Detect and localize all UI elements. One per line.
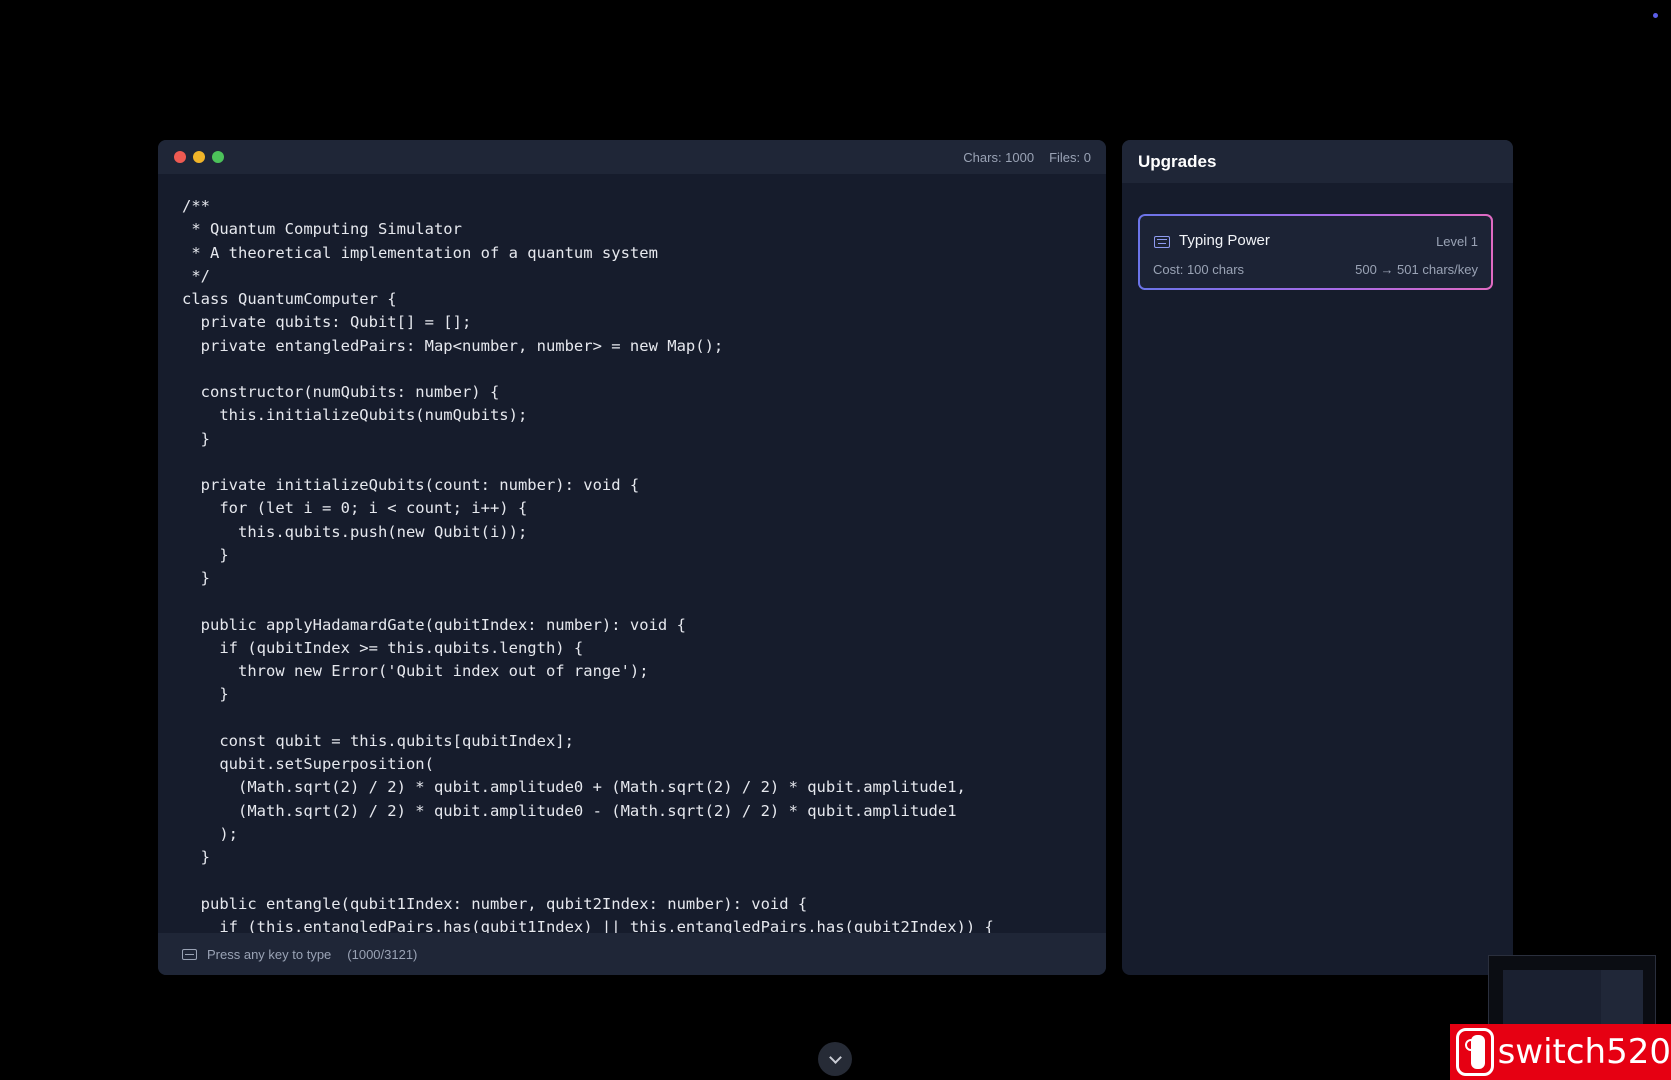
upgrades-header: Upgrades bbox=[1122, 140, 1513, 183]
maximize-window-dot[interactable] bbox=[212, 151, 224, 163]
upgrade-effect: 500 → 501 chars/key bbox=[1355, 262, 1478, 277]
status-dot bbox=[1653, 13, 1658, 18]
keyboard-icon bbox=[182, 948, 197, 960]
code-content: /** * Quantum Computing Simulator * A th… bbox=[182, 197, 994, 933]
code-editor-window[interactable]: Chars: 1000 Files: 0 /** * Quantum Compu… bbox=[158, 140, 1106, 975]
files-count: Files: 0 bbox=[1049, 150, 1091, 165]
editor-stats: Chars: 1000 Files: 0 bbox=[963, 150, 1091, 165]
switch-logo-icon bbox=[1456, 1028, 1494, 1076]
minimap-upgrades bbox=[1601, 970, 1643, 1030]
upgrade-card-typing-power[interactable]: Typing Power Level 1 Cost: 100 chars 500… bbox=[1138, 214, 1493, 290]
watermark: switch520 bbox=[1450, 1024, 1671, 1080]
chars-count: Chars: 1000 bbox=[963, 150, 1035, 165]
upgrade-name: Typing Power bbox=[1179, 232, 1270, 249]
editor-titlebar: Chars: 1000 Files: 0 bbox=[158, 140, 1106, 174]
scroll-down-button[interactable] bbox=[818, 1042, 852, 1076]
upgrade-level: Level 1 bbox=[1436, 234, 1478, 249]
chevron-down-icon bbox=[828, 1050, 842, 1064]
close-window-dot[interactable] bbox=[174, 151, 186, 163]
upgrades-title: Upgrades bbox=[1138, 151, 1217, 171]
minimize-window-dot[interactable] bbox=[193, 151, 205, 163]
upgrade-cost: Cost: 100 chars bbox=[1153, 262, 1245, 277]
typing-progress: (1000/3121) bbox=[347, 946, 418, 962]
keyboard-icon bbox=[1154, 236, 1170, 248]
typing-hint: Press any key to type bbox=[207, 946, 332, 962]
editor-footer: Press any key to type (1000/3121) bbox=[158, 933, 1106, 975]
watermark-text: switch520 bbox=[1497, 1032, 1671, 1072]
upgrades-panel: Upgrades Typing Power Level 1 Cost: 100 … bbox=[1122, 140, 1513, 975]
